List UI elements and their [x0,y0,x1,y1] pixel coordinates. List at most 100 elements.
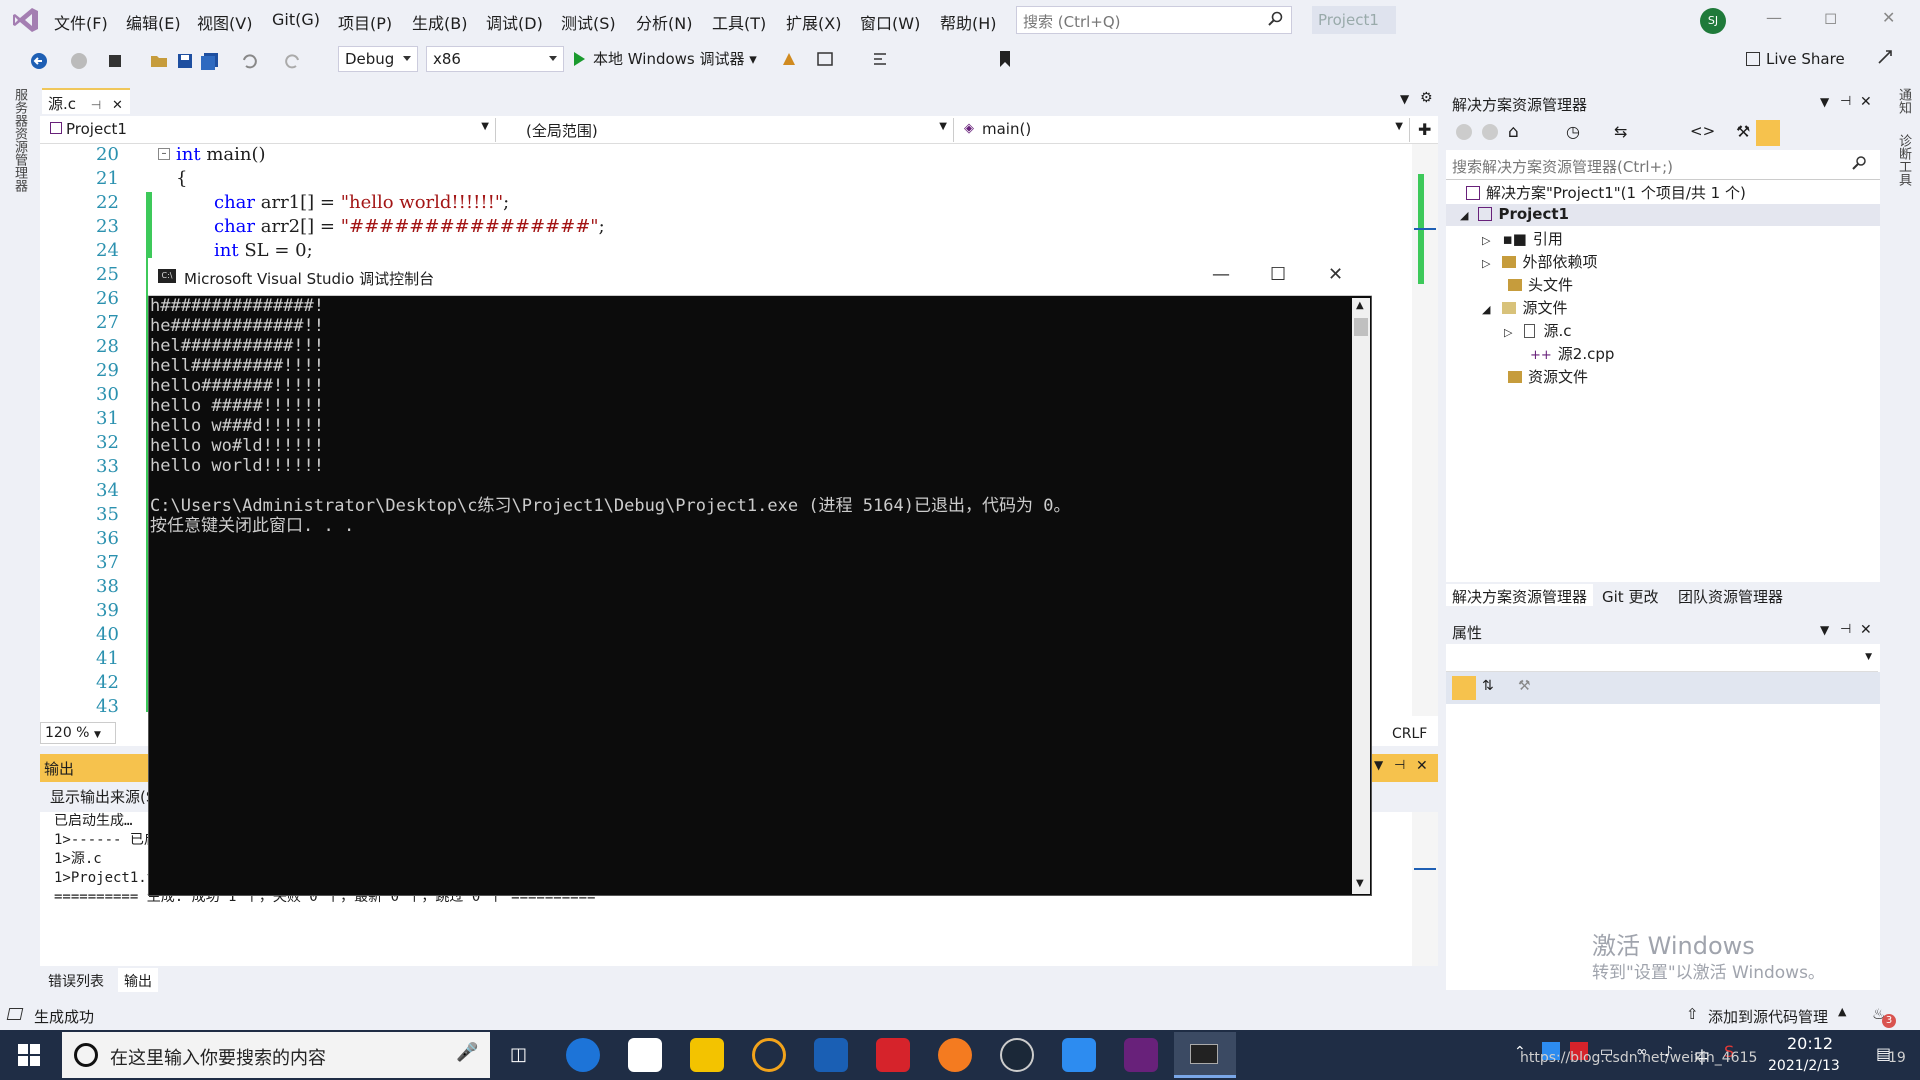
add-to-source-control-button[interactable]: 添加到源代码管理 [1708,1006,1828,1027]
step-icon[interactable] [872,50,890,68]
properties-object-select[interactable]: ▼ [1446,646,1878,672]
pin-icon[interactable]: ⊣ [1840,622,1851,637]
home-icon[interactable]: ⌂ [1508,122,1519,142]
categorized-icon[interactable] [1452,676,1476,700]
screenshot-icon[interactable] [816,50,836,68]
back-icon[interactable] [1456,124,1472,140]
save-all-icon[interactable] [200,52,220,70]
tree-item-solution[interactable]: 解决方案"Project1"(1 个项目/共 1 个) [1466,182,1746,203]
tree-item-header-files[interactable]: 头文件 [1508,274,1573,295]
close-icon[interactable]: ✕ [1860,94,1872,110]
minimize-icon[interactable]: — [1766,8,1782,27]
menu-debug[interactable]: 调试(D) [486,10,543,34]
baidu-netdisk-icon[interactable] [628,1038,662,1072]
solution-search-input[interactable]: 搜索解决方案资源管理器(Ctrl+;) [1446,150,1880,180]
maximize-icon[interactable]: ◻ [1824,8,1837,27]
pin-icon[interactable]: ⊣ [91,98,101,112]
visual-studio-taskbar-icon[interactable] [1124,1038,1158,1072]
pane-menu-icon[interactable]: ▼ [1820,623,1829,637]
tab-team-explorer[interactable]: 团队资源管理器 [1672,584,1789,606]
app-blue-icon[interactable] [814,1038,848,1072]
sync-icon[interactable]: ⇆ [1614,122,1627,141]
console-taskbar-button[interactable] [1174,1032,1236,1078]
app-orange-icon[interactable] [938,1038,972,1072]
notifications-tab[interactable]: 通知 [1894,88,1913,114]
search-input[interactable]: 搜索 (Ctrl+Q) [1016,6,1292,34]
menu-git[interactable]: Git(G) [272,10,320,29]
microphone-icon[interactable]: 🎤 [456,1042,478,1063]
server-explorer-tab[interactable]: 服务器资源管理器 [10,88,29,192]
app-bird-icon[interactable] [1062,1038,1096,1072]
clock-time[interactable]: 20:12 [1787,1034,1833,1053]
taskbar-search-input[interactable]: 在这里输入你要搜索的内容 🎤 [62,1032,490,1078]
menu-tools[interactable]: 工具(T) [712,10,766,34]
hot-reload-icon[interactable] [780,50,798,68]
file-explorer-icon[interactable] [690,1038,724,1072]
menu-edit[interactable]: 编辑(E) [126,10,181,34]
bookmark-icon[interactable] [998,50,1012,68]
close-tab-icon[interactable]: ✕ [112,98,123,113]
youdao-icon[interactable] [876,1038,910,1072]
close-icon[interactable]: ✕ [1882,8,1895,27]
wrench-icon[interactable]: ⚒ [1518,678,1531,694]
collapse-icon[interactable]: – [158,148,170,160]
menu-help[interactable]: 帮助(H) [940,10,997,34]
pane-menu-icon[interactable]: ▼ [1374,758,1383,772]
task-view-icon[interactable]: ◫ [510,1044,527,1065]
pane-menu-icon[interactable]: ▼ [1820,95,1829,109]
open-folder-icon[interactable] [150,52,170,70]
redo-icon[interactable] [284,52,302,70]
expanded-arrow-icon[interactable]: ◢ [1482,303,1490,316]
forward-icon[interactable] [1482,124,1498,140]
output-vertical-scrollbar[interactable] [1412,812,1438,966]
view-code-icon[interactable]: <> [1690,122,1715,140]
alphabetical-icon[interactable]: ⇅ [1482,678,1494,694]
tab-error-list[interactable]: 错误列表 [42,968,110,992]
scope-nav-select[interactable]: (全局范围) ▼ [500,118,954,142]
undo-icon[interactable] [240,52,258,70]
maximize-icon[interactable]: ☐ [1270,264,1286,285]
gear-icon[interactable]: ⚙ [1420,90,1433,106]
save-icon[interactable] [176,52,194,70]
scroll-down-icon[interactable]: ▼ [1356,878,1364,889]
tree-item-references[interactable]: ▷ ▪■ 引用 [1482,228,1563,249]
tab-source-file[interactable]: 源.c ⊣ ✕ [42,88,130,114]
editor-vertical-scrollbar[interactable] [1412,144,1438,716]
tab-git-changes[interactable]: Git 更改 [1596,584,1664,606]
console-vertical-scrollbar[interactable]: ▲ ▼ [1352,298,1370,894]
menu-file[interactable]: 文件(F) [54,10,108,34]
zoom-select[interactable]: 120 % ▼ [40,722,116,744]
split-editor-icon[interactable]: ✚ [1418,120,1431,139]
forward-icon[interactable] [70,52,88,70]
tree-item-source2-cpp[interactable]: ++ 源2.cpp [1530,343,1614,364]
menu-build[interactable]: 生成(B) [412,10,467,34]
edge-browser-icon[interactable] [566,1038,600,1072]
menu-window[interactable]: 窗口(W) [860,10,920,34]
diagnostic-tools-tab[interactable]: 诊断工具 [1894,134,1913,186]
menu-analyze[interactable]: 分析(N) [636,10,692,34]
menu-view[interactable]: 视图(V) [197,10,252,34]
scroll-up-icon[interactable]: ▲ [1356,300,1364,311]
tree-item-external-deps[interactable]: ▷ 外部依赖项 [1482,251,1597,272]
app-g-icon[interactable] [752,1038,786,1072]
collapsed-arrow-icon[interactable]: ▷ [1482,234,1490,247]
close-icon[interactable]: ✕ [1328,264,1343,285]
live-share-button[interactable]: Live Share [1746,50,1845,68]
clock-date[interactable]: 2021/2/13 [1768,1058,1840,1074]
windows-start-icon[interactable] [18,1044,40,1066]
pin-icon[interactable]: ⊣ [1840,94,1851,109]
tab-output[interactable]: 输出 [118,968,158,992]
tree-item-project-label[interactable]: ◢ Project1 [1460,205,1569,223]
tree-item-source-files[interactable]: ◢ 源文件 [1482,297,1567,318]
chevron-up-icon[interactable]: ▲ [1838,1005,1846,1018]
minimize-icon[interactable]: — [1212,264,1230,285]
platform-select[interactable]: x86 [426,46,564,72]
solution-config-select[interactable]: Debug [338,46,418,72]
console-title-bar[interactable]: C:\ Microsoft Visual Studio 调试控制台 — ☐ ✕ [148,258,1372,296]
line-ending-indicator[interactable]: CRLF [1392,726,1427,742]
pin-icon[interactable]: ⊣ [1394,758,1405,773]
wrench-icon[interactable]: ⚒ [1736,122,1750,141]
close-icon[interactable]: ✕ [1860,622,1872,638]
preview-toggle-icon[interactable] [1756,120,1780,146]
start-debugging-button[interactable]: 本地 Windows 调试器 ▾ [574,48,757,69]
